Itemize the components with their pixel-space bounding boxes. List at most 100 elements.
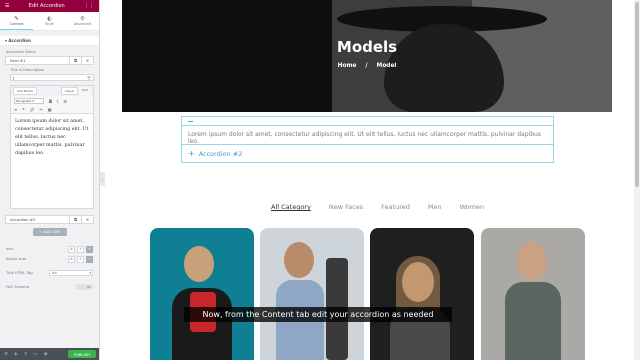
- tab-content[interactable]: ✎ Content: [0, 12, 33, 30]
- breadcrumb-home[interactable]: Home: [338, 63, 357, 69]
- remove-icon[interactable]: ✕: [81, 57, 93, 64]
- section-title: Accordion: [8, 38, 31, 43]
- list-icon[interactable]: ≡: [14, 107, 17, 112]
- control-label: Active Icon: [6, 257, 27, 261]
- title-input[interactable]: | 🗑: [10, 74, 94, 81]
- accordion-item-1-header[interactable]: [182, 117, 553, 126]
- control-label: Title HTML Tag: [6, 271, 33, 275]
- trash-icon[interactable]: 🗑: [85, 76, 93, 80]
- model-body: [505, 282, 561, 360]
- accordion-item-2-header[interactable]: + Accordion #2: [182, 145, 553, 162]
- category-all[interactable]: All Category: [271, 203, 311, 211]
- category-filter: All Category New Faces Featured Men Wome…: [271, 203, 484, 211]
- history-icon[interactable]: ↺: [24, 352, 28, 357]
- item-title: Item #1: [10, 58, 26, 63]
- editor-top: Add Media Visual Text: [11, 86, 93, 96]
- model-card-4[interactable]: [481, 228, 585, 360]
- tab-label: Content: [9, 21, 24, 26]
- faq-control: FAQ Schema No: [0, 282, 99, 292]
- tab-label: Advanced: [73, 22, 92, 26]
- model-card-1[interactable]: [150, 228, 254, 360]
- grid-icon[interactable]: ⋮⋮: [84, 3, 94, 9]
- upload-icon[interactable]: ⇪: [77, 245, 84, 253]
- link-icon[interactable]: 🔗: [30, 107, 35, 112]
- scrollbar[interactable]: [634, 0, 640, 360]
- plus-icon: +: [188, 149, 195, 158]
- icon-control: Icon ⊘ ⇪ +: [0, 244, 99, 254]
- duplicate-icon[interactable]: ⧉: [69, 216, 81, 223]
- items-label: Accordion Items: [6, 50, 36, 54]
- html-tag-control: Title HTML Tag div ▾: [0, 268, 99, 278]
- ban-icon[interactable]: ⊘: [68, 255, 75, 263]
- plus-icon[interactable]: +: [86, 245, 93, 253]
- faq-toggle[interactable]: No: [75, 284, 93, 290]
- quote-icon[interactable]: ❝: [22, 107, 24, 112]
- editor-toolbar: Paragraph ▾ B I ☰ ≡ ❝ 🔗 ✂ ▦: [11, 96, 93, 114]
- ban-icon[interactable]: ⊘: [68, 245, 75, 253]
- section-accordion[interactable]: ▾ Accordion: [0, 36, 99, 46]
- control-label: FAQ Schema: [6, 285, 30, 289]
- video-caption: Now, from the Content tab edit your acco…: [184, 307, 452, 322]
- hero-banner: Models Home / Model: [122, 0, 612, 112]
- category-women[interactable]: Women: [460, 203, 484, 211]
- unlink-icon[interactable]: ✂: [40, 107, 43, 112]
- toggle-value: No: [86, 285, 91, 289]
- format-select[interactable]: Paragraph ▾: [14, 98, 44, 104]
- tab-advanced[interactable]: ⚙ Advanced: [66, 12, 99, 30]
- hero-title: Models: [336, 38, 398, 56]
- more-icon[interactable]: ☰: [63, 99, 67, 104]
- model-card-2[interactable]: [260, 228, 364, 360]
- breadcrumb-separator: /: [365, 63, 368, 69]
- format-value: Paragraph: [16, 99, 32, 103]
- editor-panel: ☰ Edit Accordion ⋮⋮ ✎ Content ◐ Style ⚙ Adv…: [0, 0, 100, 360]
- scrollbar-thumb[interactable]: [635, 2, 639, 187]
- add-media-button[interactable]: Add Media: [13, 87, 37, 95]
- select-value: div: [52, 271, 57, 275]
- layers-icon[interactable]: ◈: [14, 352, 17, 357]
- chevron-down-icon: ▾: [89, 271, 91, 275]
- title-description-label: Title & Description: [10, 68, 45, 72]
- title-input-value: |: [13, 75, 15, 80]
- panel-tabs: ✎ Content ◐ Style ⚙ Advanced: [0, 12, 99, 31]
- preview-icon[interactable]: ◉: [44, 352, 48, 357]
- editor-text[interactable]: Lorem ipsum dolor sit amet, consectetur …: [11, 114, 93, 162]
- category-new-faces[interactable]: New Faces: [329, 203, 363, 211]
- category-men[interactable]: Men: [428, 203, 442, 211]
- duplicate-icon[interactable]: ⧉: [69, 57, 81, 64]
- model-head: [517, 242, 547, 280]
- italic-icon[interactable]: I: [57, 99, 58, 104]
- breadcrumb-current: Model: [376, 63, 397, 69]
- accordion-item-1-body: Lorem ipsum dolor sit amet, consectetur …: [182, 126, 553, 145]
- breadcrumb: Home / Model: [122, 63, 612, 69]
- bold-icon[interactable]: B: [49, 99, 52, 104]
- table-icon[interactable]: ▦: [48, 107, 52, 112]
- active-icon-control: Active Icon ⊘ ⇪ −: [0, 254, 99, 264]
- minus-icon: [188, 121, 193, 122]
- visual-tab[interactable]: Visual: [60, 87, 78, 95]
- model-card-3[interactable]: [370, 228, 474, 360]
- tab-label: Style: [45, 22, 54, 26]
- category-featured[interactable]: Featured: [381, 203, 410, 211]
- repeater-item-2[interactable]: Accordion #2 ⧉ ✕: [5, 215, 94, 224]
- accordion-item-2-title: Accordion #2: [198, 149, 243, 158]
- panel-header: ☰ Edit Accordion ⋮⋮: [0, 0, 99, 12]
- panel-title: Edit Accordion: [28, 3, 65, 9]
- publish-button[interactable]: PUBLISH: [67, 350, 96, 358]
- settings-icon[interactable]: ⚙: [4, 352, 8, 357]
- accordion-widget[interactable]: Lorem ipsum dolor sit amet, consectetur …: [181, 116, 554, 163]
- panel-footer: ⚙ ◈ ↺ ▭ ◉ PUBLISH: [0, 348, 99, 360]
- model-head: [284, 242, 314, 278]
- item-title: Accordion #2: [10, 217, 36, 222]
- text-tab[interactable]: Text: [78, 87, 91, 95]
- collapse-panel-handle[interactable]: ‹: [100, 172, 105, 186]
- responsive-icon[interactable]: ▭: [33, 352, 37, 357]
- add-item-button[interactable]: + ADD ITEM: [32, 228, 67, 236]
- minus-icon[interactable]: −: [86, 255, 93, 263]
- html-tag-select[interactable]: div ▾: [49, 270, 93, 276]
- repeater-item-1[interactable]: Item #1 ⧉ ✕: [5, 56, 94, 65]
- tab-style[interactable]: ◐ Style: [33, 12, 66, 30]
- remove-icon[interactable]: ✕: [81, 216, 93, 223]
- model-head: [184, 246, 214, 282]
- upload-icon[interactable]: ⇪: [77, 255, 84, 263]
- wysiwyg-editor[interactable]: Add Media Visual Text Paragraph ▾ B I ☰ ≡…: [10, 85, 94, 209]
